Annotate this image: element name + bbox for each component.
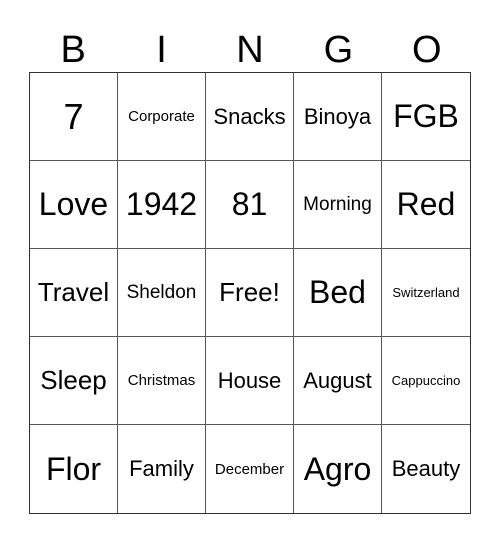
bingo-cell[interactable]: Sleep (30, 337, 118, 425)
bingo-cell[interactable]: August (294, 337, 382, 425)
header-letter-g: G (323, 29, 354, 71)
bingo-cell[interactable]: Bed (294, 249, 382, 337)
bingo-cell[interactable]: FGB (382, 73, 470, 161)
bingo-cell[interactable]: Sheldon (118, 249, 206, 337)
bingo-cell[interactable]: Love (30, 161, 118, 249)
header-letter-b: B (60, 29, 86, 71)
bingo-cell[interactable]: December (206, 425, 294, 513)
bingo-header: B I N G O (29, 28, 471, 73)
bingo-cell[interactable]: Snacks (206, 73, 294, 161)
bingo-cell[interactable]: Travel (30, 249, 118, 337)
bingo-cell[interactable]: Family (118, 425, 206, 513)
bingo-cell[interactable]: Red (382, 161, 470, 249)
header-letter-i: I (156, 29, 167, 71)
bingo-cell[interactable]: Beauty (382, 425, 470, 513)
bingo-cell-free[interactable]: Free! (206, 249, 294, 337)
bingo-cell[interactable]: Christmas (118, 337, 206, 425)
bingo-cell[interactable]: 7 (30, 73, 118, 161)
header-letter-n: N (236, 29, 264, 71)
bingo-cell[interactable]: Switzerland (382, 249, 470, 337)
bingo-cell[interactable]: Morning (294, 161, 382, 249)
bingo-cell[interactable]: Cappuccino (382, 337, 470, 425)
bingo-cell[interactable]: Binoya (294, 73, 382, 161)
bingo-cell[interactable]: House (206, 337, 294, 425)
header-letter-o: O (411, 29, 442, 71)
bingo-cell[interactable]: Agro (294, 425, 382, 513)
bingo-grid: 7 Corporate Snacks Binoya FGB Love 1942 … (29, 72, 471, 514)
bingo-cell[interactable]: 81 (206, 161, 294, 249)
bingo-cell[interactable]: 1942 (118, 161, 206, 249)
bingo-cell[interactable]: Corporate (118, 73, 206, 161)
bingo-cell[interactable]: Flor (30, 425, 118, 513)
